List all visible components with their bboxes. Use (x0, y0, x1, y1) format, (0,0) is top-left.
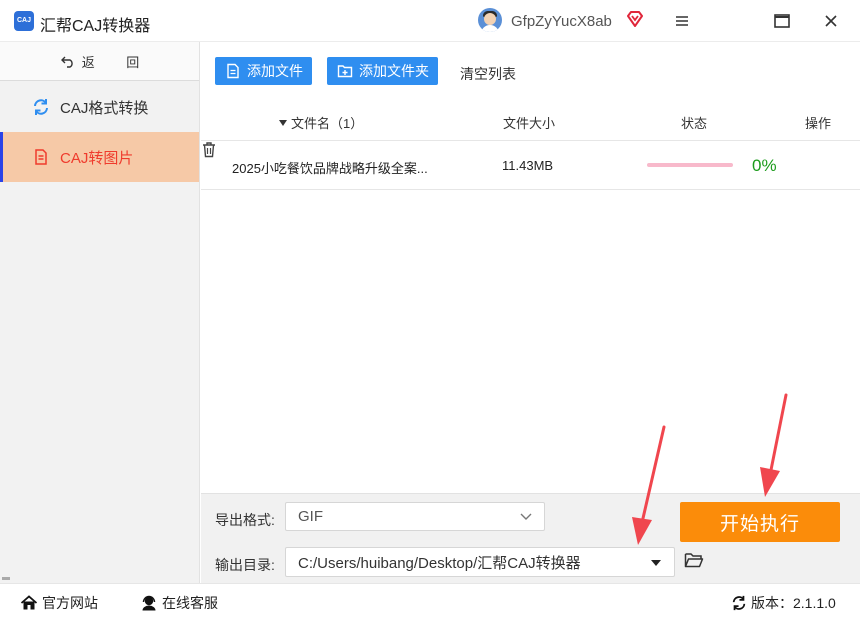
add-file-button[interactable]: 添加文件 (215, 57, 312, 85)
sidebar-item-caj-convert[interactable]: CAJ格式转换 (0, 82, 199, 132)
delete-icon[interactable] (201, 141, 217, 158)
file-add-icon (227, 63, 239, 79)
dropdown-triangle-icon (651, 560, 661, 566)
progress-bar (647, 163, 733, 167)
version-info[interactable]: 版本： 2.1.1.0 (731, 593, 836, 613)
sidebar: 返 回 CAJ格式转换 CAJ转图片 (0, 42, 200, 583)
maximize-icon[interactable] (770, 9, 794, 33)
open-folder-icon[interactable] (684, 551, 704, 569)
folder-add-icon (337, 65, 353, 78)
sidebar-item-caj-to-image[interactable]: CAJ转图片 (0, 132, 199, 182)
add-file-label: 添加文件 (247, 63, 303, 79)
add-folder-button[interactable]: 添加文件夹 (327, 57, 438, 85)
sidebar-item-label: CAJ格式转换 (60, 99, 149, 117)
username[interactable]: GfpZyYucX8ab (511, 13, 612, 30)
footer-bar: 官方网站 在线客服 版本： 2.1.1.0 (0, 583, 860, 617)
output-dir-select[interactable]: C:/Users/huibang/Desktop/汇帮CAJ转换器 (285, 547, 675, 577)
column-actions: 操作 (805, 116, 832, 131)
start-button[interactable]: 开始执行 (680, 502, 840, 542)
format-select[interactable]: GIF (285, 502, 545, 531)
menu-icon[interactable] (670, 9, 694, 33)
file-size: 11.43MB (502, 158, 554, 173)
online-service-link[interactable]: 在线客服 (140, 593, 218, 613)
app-logo-icon: CAJ (14, 11, 34, 31)
file-table-header: 文件名（1） 文件大小 状态 操作 (201, 100, 860, 141)
sidebar-scroll-handle[interactable] (2, 577, 10, 580)
close-icon[interactable] (819, 9, 843, 33)
refresh-icon (34, 99, 48, 115)
title-bar: CAJ 汇帮CAJ转换器 GfpZyYucX8ab (0, 0, 860, 42)
column-status: 状态 (681, 116, 708, 131)
column-filesize: 文件大小 (503, 116, 556, 131)
output-dir-value: C:/Users/huibang/Desktop/汇帮CAJ转换器 (298, 554, 581, 572)
table-row[interactable]: 2025小吃餐饮品牌战略升级全案... 11.43MB 0% (201, 141, 860, 190)
chevron-down-icon (520, 513, 532, 520)
official-website-link[interactable]: 官方网站 (20, 593, 98, 613)
format-label: 导出格式: (215, 512, 275, 528)
clear-list-button[interactable]: 清空列表 (460, 64, 516, 84)
add-folder-label: 添加文件夹 (359, 63, 429, 79)
home-icon (20, 595, 38, 610)
progress-percent: 0% (752, 156, 777, 175)
app-title: 汇帮CAJ转换器 (40, 18, 151, 35)
back-button[interactable]: 返 回 (0, 42, 199, 81)
version-number: 2.1.1.0 (793, 595, 836, 611)
user-avatar[interactable] (478, 8, 502, 32)
back-arrow-icon (60, 56, 73, 68)
sidebar-item-label: CAJ转图片 (60, 149, 134, 167)
update-icon (732, 595, 746, 611)
vip-diamond-icon[interactable] (626, 10, 644, 28)
headset-icon (142, 595, 156, 611)
document-icon (35, 149, 47, 165)
format-value: GIF (298, 508, 323, 525)
sort-down-icon (279, 119, 287, 126)
file-name: 2025小吃餐饮品牌战略升级全案... (232, 161, 428, 176)
column-filename[interactable]: 文件名（1） (278, 113, 363, 132)
annotation-arrow-right (760, 393, 788, 497)
back-label: 返 回 (81, 54, 154, 70)
output-dir-label: 输出目录: (215, 557, 275, 573)
